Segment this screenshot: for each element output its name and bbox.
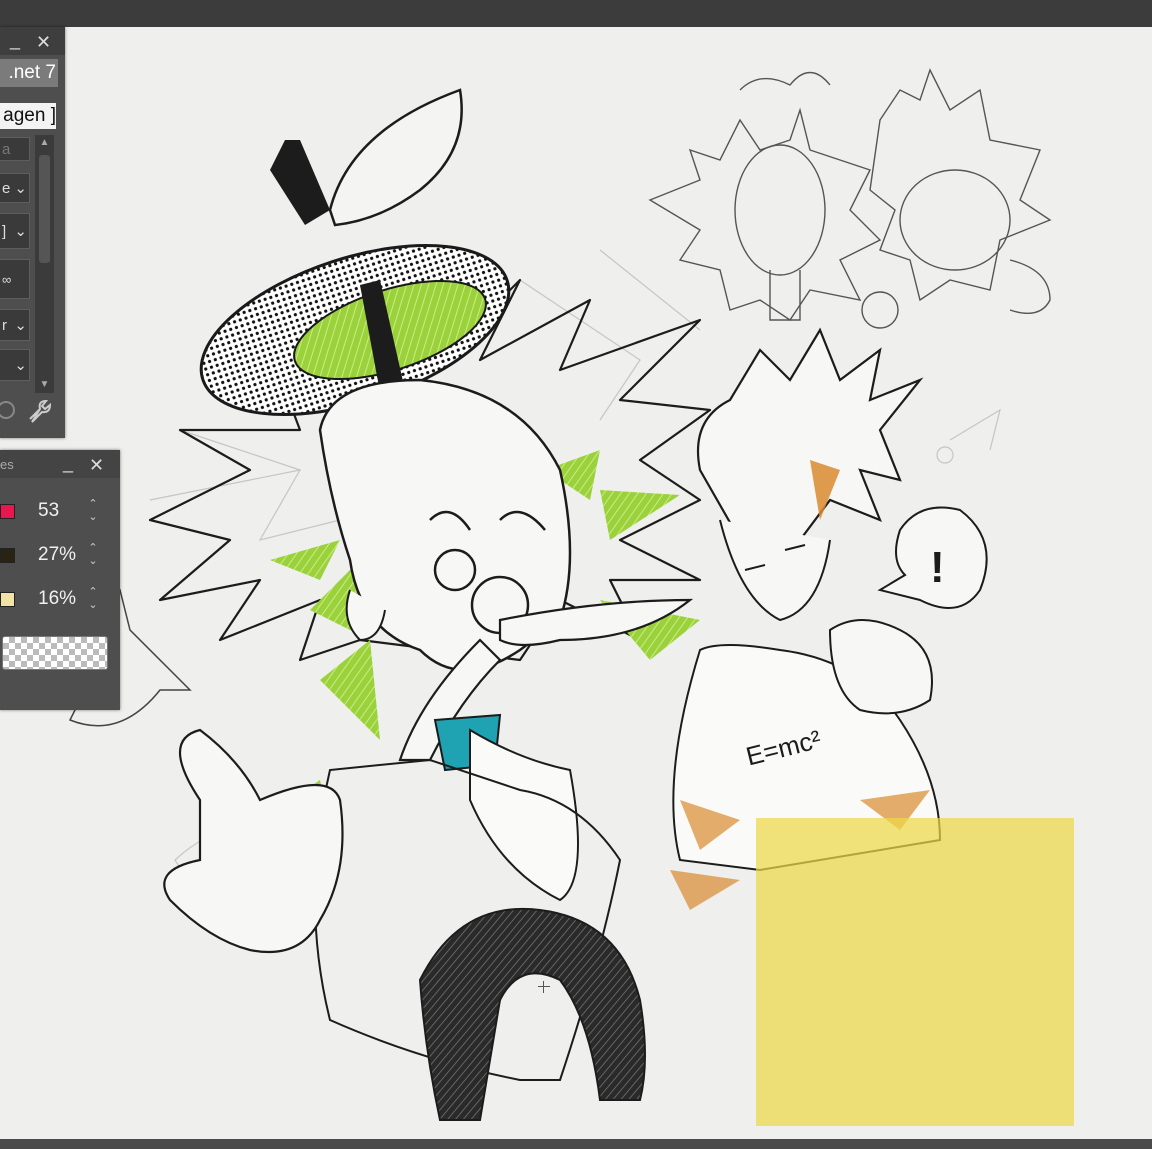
scroll-thumb[interactable] [39,155,50,263]
drawing-canvas[interactable]: E=mc² ! [0,27,1152,1139]
chevron-down-icon: ⌄ [14,317,27,334]
layer-row[interactable]: 27% ⌃ ⌄ [0,538,110,574]
layer-row[interactable]: 16% ⌃ ⌄ [0,582,110,618]
brush-size-value: ] [2,222,7,240]
brush-shape-dropdown[interactable]: e ⌄ [0,173,30,203]
brush-shape-value: e [2,179,11,197]
color-swatch[interactable] [0,548,15,563]
blend-mode-value: a [2,140,11,158]
close-button[interactable]: ✕ [89,456,104,474]
reset-icon [0,401,15,419]
brush-tag-label: agen ] [0,103,56,129]
status-bar [0,1139,1152,1149]
panel-title: es [0,457,14,472]
pressure-icon: ∞ [2,271,12,287]
chevron-down-icon: ⌄ [14,180,27,197]
color-swatch[interactable] [0,592,15,607]
minimize-button[interactable]: _ [10,31,20,49]
opacity-spinner[interactable]: ⌃ ⌄ [86,586,100,614]
opacity-value[interactable]: 27% [38,544,76,566]
anti-alias-dropdown[interactable]: r ⌄ [0,309,30,341]
tool-property-panel: _ ✕ .net 7 agen ] a e ⌄ ] ⌄ ∞ r ⌄ ⌄ ▲ ▼ [0,27,65,438]
scroll-up-icon[interactable]: ▲ [35,135,54,151]
brush-name-field[interactable]: .net 7 [0,59,58,87]
panel-title-bar[interactable]: _ ✕ [0,27,65,55]
application-top-bar [0,0,1152,27]
panel-scrollbar[interactable]: ▲ ▼ [35,135,54,393]
crosshair-cursor [538,981,550,993]
exclamation-text: ! [930,543,945,592]
scroll-down-icon[interactable]: ▼ [35,377,54,393]
panel-footer-icons [0,399,52,423]
chevron-down-icon: ⌄ [14,223,27,240]
opacity-value[interactable]: 16% [38,588,76,610]
brush-density-control[interactable]: ∞ [0,259,30,299]
layer-row[interactable]: 53 ⌃ ⌄ [0,494,110,530]
anti-alias-value: r [2,316,7,334]
color-swatch[interactable] [0,504,15,519]
brush-size-dropdown[interactable]: ] ⌄ [0,213,30,249]
chevron-down-icon: ⌄ [14,357,27,374]
sticky-note-overlay[interactable] [756,818,1074,1126]
close-button[interactable]: ✕ [36,33,51,51]
transparent-color-swatch[interactable] [2,636,108,670]
minimize-button[interactable]: _ [63,454,73,472]
opacity-value[interactable]: 53 [38,500,59,522]
stabilization-dropdown[interactable]: ⌄ [0,349,30,381]
opacity-spinner[interactable]: ⌃ ⌄ [86,498,100,526]
blend-mode-dropdown[interactable]: a [0,137,30,161]
layer-color-panel: es _ ✕ 53 ⌃ ⌄ 27% ⌃ ⌄ 16% ⌃ ⌄ [0,450,120,710]
wrench-icon [29,399,52,423]
opacity-spinner[interactable]: ⌃ ⌄ [86,542,100,570]
panel-title-bar[interactable]: es _ ✕ [0,450,120,478]
